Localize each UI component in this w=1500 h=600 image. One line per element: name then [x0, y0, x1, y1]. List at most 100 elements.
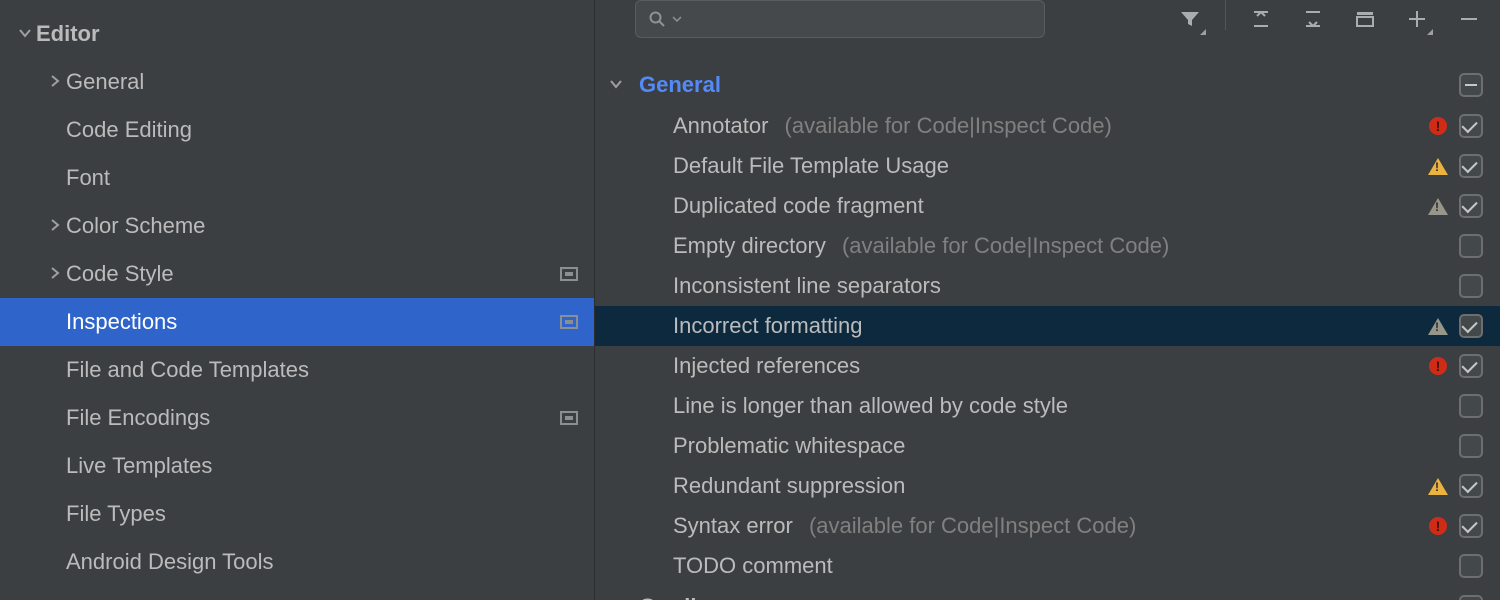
sidebar-item-label: File Types [66, 501, 578, 527]
inspection-row[interactable]: TODO comment [595, 546, 1500, 586]
inspection-group-gradle[interactable]: Gradle [595, 586, 1500, 600]
scheme-badge-icon [560, 315, 578, 329]
search-icon [648, 10, 666, 28]
scheme-badge-icon [560, 411, 578, 425]
sidebar-item-code-editing[interactable]: Code Editing [0, 106, 594, 154]
inspection-label: Line is longer than allowed by code styl… [673, 393, 1420, 419]
inspection-row[interactable]: Inconsistent line separators [595, 266, 1500, 306]
inspection-label: Empty directory (available for Code|Insp… [673, 233, 1420, 259]
sidebar-item-label: Android Design Tools [66, 549, 578, 575]
add-button[interactable] [1400, 0, 1434, 38]
sidebar-item-android-design-tools[interactable]: Android Design Tools [0, 538, 594, 586]
inspection-row[interactable]: Duplicated code fragment [595, 186, 1500, 226]
plus-icon [1406, 8, 1428, 30]
sidebar-item-file-types[interactable]: File Types [0, 490, 594, 538]
remove-button[interactable] [1452, 0, 1486, 38]
sidebar-section-label: Editor [36, 21, 578, 47]
inspections-toolbar [595, 0, 1500, 52]
inspection-label: Injected references [673, 353, 1420, 379]
inspection-checkbox[interactable] [1459, 474, 1483, 498]
chevron-down-icon [601, 75, 631, 96]
sidebar-item-label: Live Templates [66, 453, 578, 479]
inspection-label: TODO comment [673, 553, 1420, 579]
sidebar-item-file-and-code-templates[interactable]: File and Code Templates [0, 346, 594, 394]
collapse-all-button[interactable] [1296, 0, 1330, 38]
sidebar-item-font[interactable]: Font [0, 154, 594, 202]
inspection-label: Syntax error (available for Code|Inspect… [673, 513, 1420, 539]
sidebar-item-label: Code Style [66, 261, 560, 287]
sidebar-item-label: Inspections [66, 309, 560, 335]
severity-icon-slot [1420, 478, 1456, 495]
sidebar-item-live-templates[interactable]: Live Templates [0, 442, 594, 490]
sidebar-item-general[interactable]: General [0, 58, 594, 106]
inspection-label: Redundant suppression [673, 473, 1420, 499]
inspection-label: Problematic whitespace [673, 433, 1420, 459]
chevron-right-icon [601, 597, 631, 600]
sidebar-item-label: Color Scheme [66, 213, 578, 239]
sidebar-item-label: Code Editing [66, 117, 578, 143]
inspection-label: Annotator (available for Code|Inspect Co… [673, 113, 1420, 139]
sidebar-item-label: File and Code Templates [66, 357, 578, 383]
inspection-row[interactable]: Injected references [595, 346, 1500, 386]
sidebar-item-label: File Encodings [66, 405, 560, 431]
expand-all-icon [1250, 8, 1272, 30]
sidebar-item-file-encodings[interactable]: File Encodings [0, 394, 594, 442]
inspection-checkbox[interactable] [1459, 274, 1483, 298]
sidebar-item-inspections[interactable]: Inspections [0, 298, 594, 346]
inspection-row[interactable]: Empty directory (available for Code|Insp… [595, 226, 1500, 266]
inspection-row[interactable]: Syntax error (available for Code|Inspect… [595, 506, 1500, 546]
inspection-checkbox[interactable] [1459, 554, 1483, 578]
severity-icon-slot [1420, 357, 1456, 375]
dropdown-caret-icon [672, 14, 682, 24]
inspection-row[interactable]: Annotator (available for Code|Inspect Co… [595, 106, 1500, 146]
inspection-checkbox[interactable] [1459, 314, 1483, 338]
inspection-row[interactable]: Redundant suppression [595, 466, 1500, 506]
inspection-row[interactable]: Default File Template Usage [595, 146, 1500, 186]
group-label: Gradle [639, 594, 1456, 600]
inspection-checkbox[interactable] [1459, 394, 1483, 418]
inspection-group-general[interactable]: General [595, 64, 1500, 106]
expand-all-button[interactable] [1244, 0, 1278, 38]
inspection-checkbox[interactable] [1459, 154, 1483, 178]
weak-warning-icon [1428, 198, 1448, 215]
chevron-right-icon [44, 72, 66, 93]
error-icon [1429, 117, 1447, 135]
inspection-row[interactable]: Incorrect formatting [595, 306, 1500, 346]
group-checkbox-mixed[interactable] [1459, 595, 1483, 600]
error-icon [1429, 357, 1447, 375]
inspection-checkbox[interactable] [1459, 514, 1483, 538]
search-input[interactable] [635, 0, 1045, 38]
inspection-checkbox[interactable] [1459, 194, 1483, 218]
filter-button[interactable] [1173, 0, 1207, 38]
inspection-checkbox[interactable] [1459, 354, 1483, 378]
severity-icon-slot [1420, 517, 1456, 535]
inspection-suffix: (available for Code|Inspect Code) [778, 113, 1111, 138]
group-checkbox-mixed[interactable] [1459, 73, 1483, 97]
inspection-checkbox[interactable] [1459, 234, 1483, 258]
sidebar-item-copyright[interactable]: Copyright [0, 586, 594, 600]
chevron-down-icon [14, 24, 36, 45]
inspection-label: Incorrect formatting [673, 313, 1420, 339]
chevron-right-icon [44, 264, 66, 285]
inspection-checkbox[interactable] [1459, 434, 1483, 458]
severity-icon-slot [1420, 318, 1456, 335]
sidebar-item-label: Font [66, 165, 578, 191]
sidebar-item-code-style[interactable]: Code Style [0, 250, 594, 298]
weak-warning-icon [1428, 318, 1448, 335]
sidebar-section-editor[interactable]: Editor [0, 10, 594, 58]
collapse-all-icon [1302, 8, 1324, 30]
inspection-row[interactable]: Line is longer than allowed by code styl… [595, 386, 1500, 426]
severity-icon-slot [1420, 117, 1456, 135]
severity-icon-slot [1420, 198, 1456, 215]
filter-icon [1179, 8, 1201, 30]
collapse-file-button[interactable] [1348, 0, 1382, 38]
inspection-checkbox[interactable] [1459, 114, 1483, 138]
inspections-tree: General Annotator (available for Code|In… [595, 52, 1500, 600]
sidebar-item-color-scheme[interactable]: Color Scheme [0, 202, 594, 250]
inspection-row[interactable]: Problematic whitespace [595, 426, 1500, 466]
inspection-label: Duplicated code fragment [673, 193, 1420, 219]
settings-sidebar: Editor General Code Editing Font Color Sche… [0, 0, 595, 600]
sidebar-item-label: General [66, 69, 578, 95]
inspection-label: Inconsistent line separators [673, 273, 1420, 299]
inspection-suffix: (available for Code|Inspect Code) [836, 233, 1169, 258]
